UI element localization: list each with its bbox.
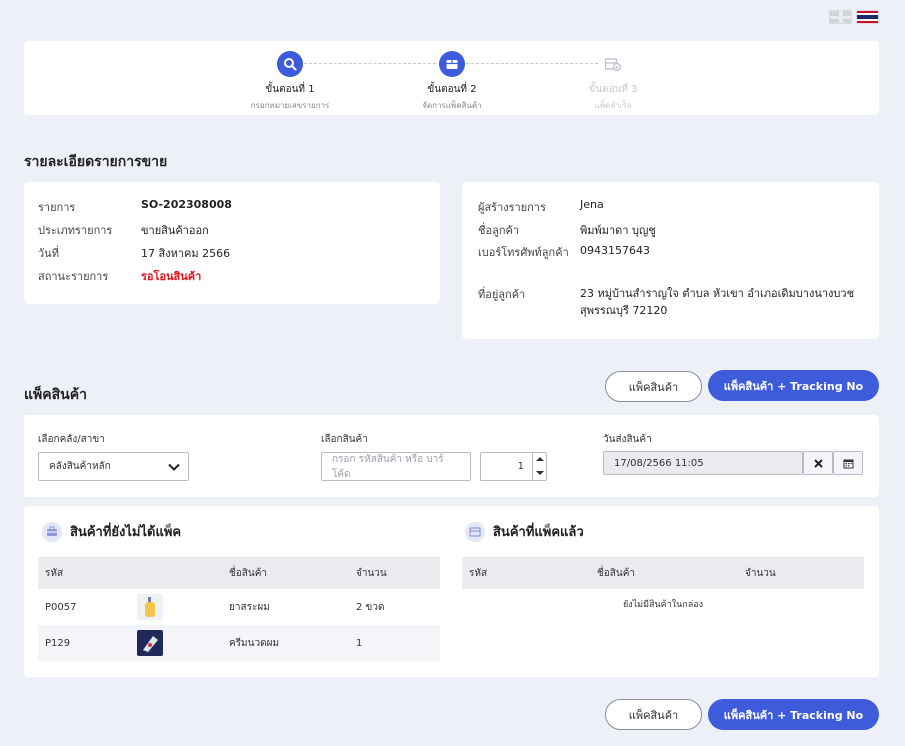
info-row: เบอร์โทรศัพท์ลูกค้า 0943157643: [478, 244, 650, 261]
unpacked-table-header: รหัส ชื่อสินค้า จำนวน: [38, 557, 440, 589]
packing-tables: สินค้าที่ยังไม่ได้แพ็ค รหัส ชื่อสินค้า จ…: [24, 506, 879, 677]
info-row: รายการ SO-202308008: [38, 198, 232, 216]
info-label: ผู้สร้างรายการ: [478, 201, 546, 214]
conditioner-tube-icon: [137, 630, 163, 656]
box-check-icon: [600, 51, 626, 77]
order-number: SO-202308008: [141, 198, 232, 211]
step-1-subtitle: กรอกหมายเลขรายการ: [250, 101, 330, 110]
step-2: ขั้นตอนที่ 2 จัดการแพ็คสินค้า: [382, 51, 522, 112]
row-qty: 2 ขวด: [356, 601, 385, 613]
info-row: วันที่ 17 สิงหาคม 2566: [38, 244, 230, 262]
step-2-title: ขั้นตอนที่ 2: [427, 84, 477, 95]
order-date: 17 สิงหาคม 2566: [141, 247, 231, 260]
step-3-subtitle: แพ็คสำเร็จ: [594, 101, 632, 110]
col-code: รหัส: [45, 567, 64, 579]
warehouse-select[interactable]: คลังสินค้าหลัก: [38, 452, 189, 481]
sale-details-title: รายละเอียดรายการขาย: [24, 154, 168, 170]
order-type: ขายสินค้าออก: [141, 224, 209, 237]
packed-empty-message: ยังไม่มีสินค้าในกล่อง: [622, 600, 704, 610]
quantity-value: 1: [517, 461, 524, 472]
step-1-title: ขั้นตอนที่ 1: [265, 84, 315, 95]
info-label: รายการ: [38, 201, 76, 214]
info-row: ประเภทรายการ ขายสินค้าออก: [38, 221, 209, 239]
increment-icon[interactable]: [536, 456, 544, 462]
step-3-title: ขั้นตอนที่ 3: [588, 84, 638, 95]
shampoo-bottle-icon: [137, 594, 163, 620]
info-label: สถานะรายการ: [38, 270, 109, 283]
search-icon: [277, 51, 303, 77]
clear-date-button[interactable]: [803, 451, 833, 475]
step-1: ขั้นตอนที่ 1 กรอกหมายเลขรายการ: [220, 51, 360, 112]
row-code: P129: [45, 637, 71, 649]
pack-button-bottom[interactable]: แพ็คสินค้า: [605, 699, 702, 730]
info-row: ผู้สร้างรายการ Jena: [478, 198, 604, 216]
close-icon: [813, 458, 823, 468]
customer-info-card: ผู้สร้างรายการ Jena ชื่อลูกค้า พิมพ์มาดา…: [462, 182, 879, 339]
calendar-icon: [843, 459, 853, 468]
info-row: สถานะรายการ รอโอนสินค้า: [38, 267, 201, 285]
box-icon: [439, 51, 465, 77]
info-label: ที่อยู่ลูกค้า: [478, 288, 526, 301]
row-code: P0057: [45, 601, 77, 613]
stepper-arrows: [532, 453, 546, 480]
progress-stepper: ขั้นตอนที่ 1 กรอกหมายเลขรายการ ขั้นตอนที…: [24, 41, 879, 115]
col-name: ชื่อสินค้า: [597, 567, 636, 579]
pack-tracking-button[interactable]: แพ็คสินค้า + Tracking No: [708, 370, 879, 401]
row-name: ครีมนวดผม: [229, 637, 280, 649]
creator-name: Jena: [580, 198, 604, 211]
product-label: เลือกสินค้า: [321, 434, 368, 445]
pack-tracking-button-bottom[interactable]: แพ็คสินค้า + Tracking No: [708, 699, 879, 730]
customer-name: พิมพ์มาดา บุญชู: [580, 224, 656, 237]
table-row[interactable]: P0057 ยาสระผม 2 ขวด: [38, 589, 440, 625]
status-badge: รอโอนสินค้า: [141, 270, 202, 283]
pack-button[interactable]: แพ็คสินค้า: [605, 371, 702, 402]
row-name: ยาสระผม: [229, 601, 270, 613]
pack-section-title: แพ็คสินค้า: [24, 387, 87, 403]
ship-date-input[interactable]: 17/08/2566 11:05: [603, 451, 803, 475]
sale-info-card: รายการ SO-202308008 ประเภทรายการ ขายสินค…: [24, 182, 440, 304]
info-row: ชื่อลูกค้า พิมพ์มาดา บุญชู: [478, 221, 656, 239]
unpacked-title: สินค้าที่ยังไม่ได้แพ็ค: [42, 521, 181, 542]
decrement-icon[interactable]: [536, 470, 544, 476]
packed-title-text: สินค้าที่แพ็คแล้ว: [493, 525, 584, 540]
language-switcher: [829, 10, 879, 24]
pack-form: เลือกคลัง/สาขา คลังสินค้าหลัก เลือกสินค้…: [24, 415, 879, 497]
unpacked-title-text: สินค้าที่ยังไม่ได้แพ็ค: [70, 525, 182, 540]
product-search-input[interactable]: กรอก รหัสสินค้า หรือ บาร์โค้ด: [321, 452, 471, 481]
table-row[interactable]: P129 ครีมนวดผม 1: [38, 625, 440, 661]
col-qty: จำนวน: [745, 567, 776, 579]
row-qty: 1: [356, 637, 363, 649]
warehouse-value: คลังสินค้าหลัก: [49, 461, 111, 472]
step-3: ขั้นตอนที่ 3 แพ็คสำเร็จ: [543, 51, 683, 112]
col-code: รหัส: [469, 567, 488, 579]
customer-address: 23 หมู่บ้านสำราญใจ ตำบล หัวเขา อำเภอเดิม…: [580, 287, 855, 317]
packed-table-header: รหัส ชื่อสินค้า จำนวน: [462, 557, 864, 589]
customer-phone: 0943157643: [580, 244, 650, 257]
step-2-subtitle: จัดการแพ็คสินค้า: [422, 101, 482, 110]
warehouse-label: เลือกคลัง/สาขา: [38, 434, 105, 445]
ship-date-label: วันส่งสินค้า: [603, 434, 652, 445]
uk-flag-icon[interactable]: [829, 10, 852, 24]
info-label: ประเภทรายการ: [38, 224, 113, 237]
chevron-down-icon: [168, 463, 180, 471]
info-row: ที่อยู่ลูกค้า 23 หมู่บ้านสำราญใจ ตำบล หั…: [478, 285, 865, 319]
toolbox-icon: [42, 521, 62, 542]
thai-flag-icon[interactable]: [856, 10, 879, 24]
info-label: ชื่อลูกค้า: [478, 224, 520, 237]
info-label: เบอร์โทรศัพท์ลูกค้า: [478, 246, 569, 259]
col-qty: จำนวน: [356, 567, 387, 579]
box-icon: [465, 521, 485, 542]
col-name: ชื่อสินค้า: [229, 567, 268, 579]
packed-title: สินค้าที่แพ็คแล้ว: [465, 521, 584, 542]
info-label: วันที่: [38, 247, 59, 260]
calendar-button[interactable]: [833, 451, 863, 475]
quantity-stepper[interactable]: 1: [480, 452, 547, 481]
